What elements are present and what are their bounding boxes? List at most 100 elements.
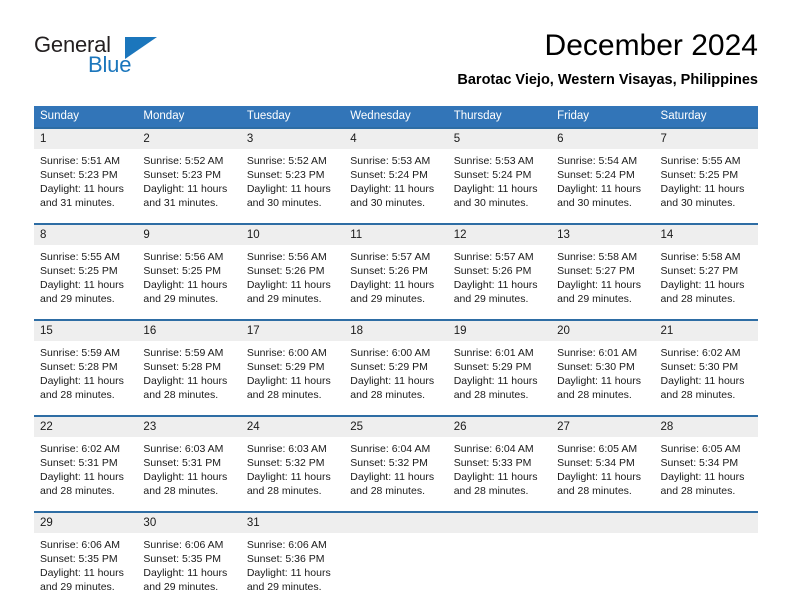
calendar-day-cell[interactable]: 7 Sunrise: 5:55 AM Sunset: 5:25 PM Daylight… xyxy=(654,127,758,217)
calendar-day-cell[interactable]: 30 Sunrise: 6:06 AM Sunset: 5:35 PM Dayligh… xyxy=(137,511,241,601)
day-number: 20 xyxy=(551,321,655,341)
calendar-day-cell[interactable]: 14 Sunrise: 5:58 AM Sunset: 5:27 PM Dayligh… xyxy=(654,223,758,313)
calendar-day-cell[interactable]: 8 Sunrise: 5:55 AM Sunset: 5:25 PM Daylight… xyxy=(34,223,138,313)
sunset-text: Sunset: 5:32 PM xyxy=(350,457,428,469)
sunrise-text: Sunrise: 5:54 AM xyxy=(557,155,638,167)
daylight-text-line2: and 29 minutes. xyxy=(143,581,219,593)
calendar-day-cell[interactable]: 16 Sunrise: 5:59 AM Sunset: 5:28 PM Dayligh… xyxy=(137,319,241,409)
calendar-week-row: 1 Sunrise: 5:51 AM Sunset: 5:23 PM Daylight… xyxy=(34,127,758,217)
day-details: Sunrise: 5:59 AM Sunset: 5:28 PM Daylight:… xyxy=(34,341,137,402)
sunrise-text: Sunrise: 5:52 AM xyxy=(143,155,224,167)
calendar-day-cell[interactable]: 24 Sunrise: 6:03 AM Sunset: 5:32 PM Dayligh… xyxy=(240,415,345,505)
calendar-day-cell[interactable]: 17 Sunrise: 6:00 AM Sunset: 5:29 PM Dayligh… xyxy=(240,319,345,409)
sunset-text: Sunset: 5:34 PM xyxy=(660,457,739,469)
calendar-day-cell[interactable]: 21 Sunrise: 6:02 AM Sunset: 5:30 PM Dayligh… xyxy=(654,319,758,409)
sunset-text: Sunset: 5:28 PM xyxy=(143,361,222,373)
daylight-text-line2: and 30 minutes. xyxy=(660,197,736,209)
calendar-day-cell[interactable]: 12 Sunrise: 5:57 AM Sunset: 5:26 PM Dayligh… xyxy=(447,223,552,313)
logo-secondary-text: Blue xyxy=(88,52,132,77)
calendar-day-cell[interactable]: 15 Sunrise: 5:59 AM Sunset: 5:28 PM Dayligh… xyxy=(34,319,138,409)
calendar-day-cell[interactable]: 5 Sunrise: 5:53 AM Sunset: 5:24 PM Daylight… xyxy=(447,127,552,217)
sunrise-text: Sunrise: 5:57 AM xyxy=(350,251,431,263)
calendar-day-cell[interactable]: 22 Sunrise: 6:02 AM Sunset: 5:31 PM Dayligh… xyxy=(34,415,138,505)
daylight-text-line1: Daylight: 11 hours xyxy=(143,279,228,291)
calendar-day-cell[interactable]: 28 Sunrise: 6:05 AM Sunset: 5:34 PM Dayligh… xyxy=(654,415,758,505)
weekday-header-saturday: Saturday xyxy=(654,106,758,128)
week-spacer-cell xyxy=(551,505,655,512)
week-spacer xyxy=(34,505,758,512)
day-details: Sunrise: 5:52 AM Sunset: 5:23 PM Daylight:… xyxy=(137,149,240,210)
calendar-day-cell[interactable]: 2 Sunrise: 5:52 AM Sunset: 5:23 PM Daylight… xyxy=(137,127,241,217)
calendar-day-cell[interactable]: 19 Sunrise: 6:01 AM Sunset: 5:29 PM Dayligh… xyxy=(447,319,552,409)
daylight-text-line2: and 30 minutes. xyxy=(453,197,529,209)
week-spacer-cell xyxy=(137,505,241,512)
day-number: 10 xyxy=(240,225,345,245)
day-number: 14 xyxy=(654,225,758,245)
day-details: Sunrise: 6:03 AM Sunset: 5:31 PM Daylight:… xyxy=(137,437,240,498)
daylight-text-line1: Daylight: 11 hours xyxy=(143,471,228,483)
day-number: 22 xyxy=(34,417,138,437)
daylight-text-line2: and 28 minutes. xyxy=(660,485,736,497)
calendar-day-cell[interactable]: 26 Sunrise: 6:04 AM Sunset: 5:33 PM Dayligh… xyxy=(447,415,552,505)
calendar-day-cell[interactable]: 11 Sunrise: 5:57 AM Sunset: 5:26 PM Dayligh… xyxy=(344,223,448,313)
calendar-day-cell[interactable]: 6 Sunrise: 5:54 AM Sunset: 5:24 PM Daylight… xyxy=(551,127,655,217)
week-spacer-cell xyxy=(654,505,758,512)
calendar-day-cell[interactable]: 10 Sunrise: 5:56 AM Sunset: 5:26 PM Dayligh… xyxy=(240,223,345,313)
daylight-text-line1: Daylight: 11 hours xyxy=(660,279,745,291)
day-details: Sunrise: 6:04 AM Sunset: 5:33 PM Daylight:… xyxy=(448,437,551,498)
daylight-text-line1: Daylight: 11 hours xyxy=(246,375,331,387)
day-number: 8 xyxy=(34,225,138,245)
week-spacer-cell xyxy=(34,505,138,512)
daylight-text-line2: and 30 minutes. xyxy=(557,197,632,209)
daylight-text-line1: Daylight: 11 hours xyxy=(40,567,124,579)
day-details: Sunrise: 5:52 AM Sunset: 5:23 PM Daylight:… xyxy=(241,149,344,210)
calendar-day-cell[interactable]: 27 Sunrise: 6:05 AM Sunset: 5:34 PM Dayligh… xyxy=(551,415,655,505)
calendar-day-cell[interactable]: 29 Sunrise: 6:06 AM Sunset: 5:35 PM Dayligh… xyxy=(34,511,138,601)
week-spacer-cell xyxy=(447,409,552,416)
sunrise-text: Sunrise: 5:59 AM xyxy=(40,347,120,359)
daylight-text-line1: Daylight: 11 hours xyxy=(557,279,641,291)
daylight-text-line1: Daylight: 11 hours xyxy=(350,471,435,483)
day-details: Sunrise: 5:54 AM Sunset: 5:24 PM Daylight:… xyxy=(551,149,654,210)
calendar-day-cell[interactable]: 3 Sunrise: 5:52 AM Sunset: 5:23 PM Daylight… xyxy=(240,127,345,217)
daylight-text-line2: and 28 minutes. xyxy=(557,485,632,497)
sunset-text: Sunset: 5:29 PM xyxy=(350,361,428,373)
sunset-text: Sunset: 5:23 PM xyxy=(143,169,222,181)
sunrise-text: Sunrise: 6:02 AM xyxy=(660,347,741,359)
daylight-text-line2: and 28 minutes. xyxy=(143,389,219,401)
week-spacer-cell xyxy=(551,409,655,416)
sunrise-text: Sunrise: 5:59 AM xyxy=(143,347,224,359)
calendar-day-cell[interactable]: 20 Sunrise: 6:01 AM Sunset: 5:30 PM Dayligh… xyxy=(551,319,655,409)
calendar-day-cell[interactable]: 13 Sunrise: 5:58 AM Sunset: 5:27 PM Dayligh… xyxy=(551,223,655,313)
daylight-text-line2: and 28 minutes. xyxy=(660,389,736,401)
day-details: Sunrise: 5:56 AM Sunset: 5:25 PM Daylight:… xyxy=(137,245,240,306)
day-number: 5 xyxy=(447,129,552,149)
sunset-text: Sunset: 5:32 PM xyxy=(246,457,325,469)
daylight-text-line2: and 29 minutes. xyxy=(246,293,322,305)
week-spacer-cell xyxy=(34,409,138,416)
day-details: Sunrise: 5:55 AM Sunset: 5:25 PM Daylight:… xyxy=(655,149,758,210)
sunrise-text: Sunrise: 6:06 AM xyxy=(143,539,224,551)
day-number: 11 xyxy=(344,225,448,245)
calendar-day-cell[interactable]: 1 Sunrise: 5:51 AM Sunset: 5:23 PM Daylight… xyxy=(34,127,138,217)
sunrise-text: Sunrise: 5:58 AM xyxy=(557,251,638,263)
calendar-day-cell[interactable]: 9 Sunrise: 5:56 AM Sunset: 5:25 PM Daylight… xyxy=(137,223,241,313)
calendar-day-cell[interactable]: 23 Sunrise: 6:03 AM Sunset: 5:31 PM Dayligh… xyxy=(137,415,241,505)
daylight-text-line1: Daylight: 11 hours xyxy=(40,375,124,387)
daylight-text-line2: and 28 minutes. xyxy=(660,293,736,305)
calendar-day-cell[interactable]: 4 Sunrise: 5:53 AM Sunset: 5:24 PM Daylight… xyxy=(344,127,448,217)
weekday-header-monday: Monday xyxy=(137,106,241,128)
daylight-text-line1: Daylight: 11 hours xyxy=(40,471,124,483)
day-number: 1 xyxy=(34,129,138,149)
page-subtitle: Barotac Viejo, Western Visayas, Philippi… xyxy=(457,72,758,88)
calendar-body: 1 Sunrise: 5:51 AM Sunset: 5:23 PM Daylight… xyxy=(34,127,758,601)
calendar-day-cell[interactable]: 18 Sunrise: 6:00 AM Sunset: 5:29 PM Dayligh… xyxy=(344,319,448,409)
day-number: 19 xyxy=(447,321,552,341)
daylight-text-line1: Daylight: 11 hours xyxy=(557,183,641,195)
daylight-text-line2: and 28 minutes. xyxy=(350,485,425,497)
page-header: General Blue December 2024 Barotac Viejo… xyxy=(34,28,758,98)
daylight-text-line2: and 28 minutes. xyxy=(453,389,529,401)
calendar-day-cell[interactable]: 31 Sunrise: 6:06 AM Sunset: 5:36 PM Dayligh… xyxy=(240,511,345,601)
calendar-day-cell[interactable]: 25 Sunrise: 6:04 AM Sunset: 5:32 PM Dayligh… xyxy=(344,415,448,505)
sunrise-text: Sunrise: 6:02 AM xyxy=(40,443,120,455)
